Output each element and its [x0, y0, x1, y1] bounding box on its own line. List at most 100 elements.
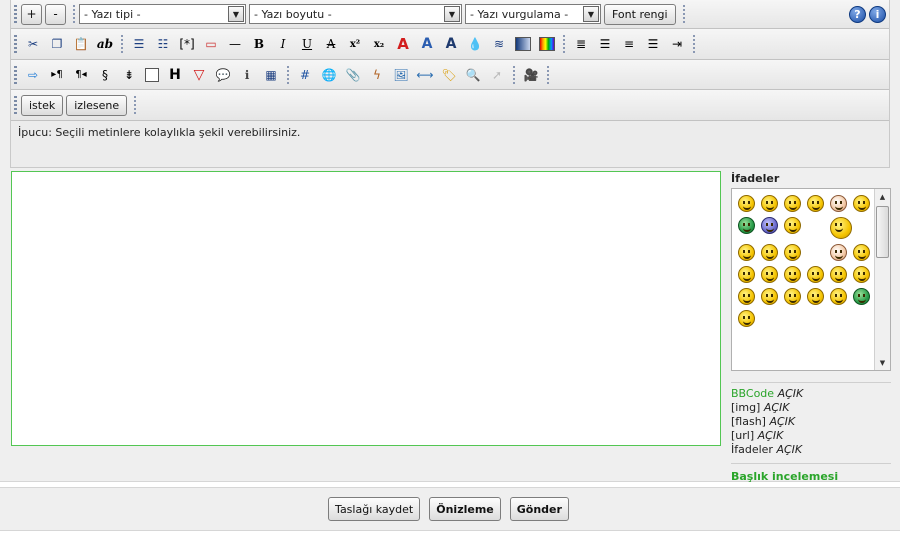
- image-icon[interactable]: 🖼: [391, 65, 411, 85]
- tag-icon[interactable]: 🏷: [439, 65, 459, 85]
- decrease-size-button[interactable]: -: [45, 3, 66, 25]
- frame-icon[interactable]: ▭: [201, 34, 221, 54]
- smiley-green-grin[interactable]: [853, 288, 870, 305]
- spellcheck-icon[interactable]: ab: [95, 34, 115, 54]
- smiley-eyes[interactable]: [830, 195, 847, 212]
- smilies-scrollbar[interactable]: ▲ ▼: [874, 189, 890, 370]
- horizontal-rule-icon[interactable]: —: [225, 34, 245, 54]
- custom-tag-istek-button[interactable]: istek: [21, 94, 64, 116]
- scroll-up-icon[interactable]: ▲: [875, 189, 890, 204]
- smiley-green[interactable]: [738, 217, 755, 234]
- toolbar-grip[interactable]: [14, 65, 17, 84]
- text-direction-icon[interactable]: ⇟: [119, 65, 139, 85]
- smiley-plain[interactable]: [807, 288, 824, 305]
- copy-icon[interactable]: ❐: [47, 34, 67, 54]
- smiley-exclaim[interactable]: [738, 288, 755, 305]
- strikethrough-icon[interactable]: A: [321, 34, 341, 54]
- paste-icon[interactable]: 📋: [71, 34, 91, 54]
- smiley-wink[interactable]: [738, 244, 755, 261]
- font-family-select[interactable]: - Yazı tipi - ▼: [79, 4, 246, 24]
- info-box-icon[interactable]: ℹ: [237, 65, 257, 85]
- special-chars-icon[interactable]: §: [95, 65, 115, 85]
- smiley-grin[interactable]: [738, 195, 755, 212]
- smiley-neutral[interactable]: [830, 288, 847, 305]
- wave-icon[interactable]: ≋: [489, 34, 509, 54]
- attachment-icon[interactable]: 📎: [343, 65, 363, 85]
- warning-icon[interactable]: ▽: [189, 65, 209, 85]
- smiley-question[interactable]: [761, 288, 778, 305]
- increase-size-button[interactable]: +: [21, 3, 42, 25]
- list-item-icon[interactable]: [*]: [177, 34, 197, 54]
- drop-shadow-icon[interactable]: 💧: [465, 34, 485, 54]
- blank-box-icon[interactable]: [145, 67, 159, 82]
- smiley-sad[interactable]: [738, 266, 755, 283]
- gradient-icon[interactable]: [515, 37, 531, 51]
- smiley-cheer[interactable]: [784, 244, 801, 261]
- scroll-thumb[interactable]: [876, 206, 889, 258]
- flash-icon[interactable]: ϟ: [367, 65, 387, 85]
- text-outline-icon[interactable]: A: [441, 34, 461, 54]
- message-textarea[interactable]: [11, 171, 721, 446]
- text-glow-icon[interactable]: A: [417, 34, 437, 54]
- italic-icon[interactable]: I: [273, 34, 293, 54]
- cursor-icon[interactable]: ➚: [487, 65, 507, 85]
- help-icon[interactable]: ?: [849, 5, 866, 23]
- table-icon[interactable]: ▦: [261, 65, 281, 85]
- smiley-blush[interactable]: [761, 244, 778, 261]
- font-color-button[interactable]: Font rengi: [604, 3, 676, 25]
- smiley-glasses[interactable]: [853, 195, 870, 212]
- save-draft-button[interactable]: Taslağı kaydet: [328, 497, 421, 521]
- align-right-icon[interactable]: ☰: [643, 34, 663, 54]
- subscript-icon[interactable]: x₂: [369, 34, 389, 54]
- smiley-sleepy[interactable]: [761, 266, 778, 283]
- web-link-icon[interactable]: 🌐: [319, 65, 339, 85]
- text-shadow-icon[interactable]: A: [393, 34, 413, 54]
- video-icon[interactable]: 🎥: [521, 65, 541, 85]
- smiley-dizzy[interactable]: [853, 244, 870, 261]
- font-size-select[interactable]: - Yazı boyutu - ▼: [249, 4, 462, 24]
- indent-icon[interactable]: ⇥: [667, 34, 687, 54]
- bold-icon[interactable]: B: [249, 34, 269, 54]
- smiley-idea[interactable]: [784, 288, 801, 305]
- color-swatch-icon[interactable]: [539, 37, 555, 51]
- ordered-list-icon[interactable]: ☷: [153, 34, 173, 54]
- heading-icon[interactable]: H: [165, 65, 185, 85]
- media-icon[interactable]: ⟷: [415, 65, 435, 85]
- smiley-angry[interactable]: [830, 266, 847, 283]
- align-left-icon[interactable]: ☰: [595, 34, 615, 54]
- highlight-select[interactable]: - Yazı vurgulama - ▼: [465, 4, 601, 24]
- paragraph-ltr-icon[interactable]: ▸¶: [47, 65, 67, 85]
- topic-review-link[interactable]: Başlık incelemesi: [731, 463, 891, 483]
- smiley-devil[interactable]: [807, 266, 824, 283]
- unordered-list-icon[interactable]: ☰: [129, 34, 149, 54]
- cut-icon[interactable]: ✂: [23, 34, 43, 54]
- smiley-glasses-2[interactable]: [738, 310, 755, 327]
- custom-tag-izlesene-button[interactable]: izlesene: [66, 94, 128, 116]
- superscript-icon[interactable]: x²: [345, 34, 365, 54]
- smiley-nerd[interactable]: [853, 266, 870, 283]
- smiley-blue[interactable]: [761, 217, 778, 234]
- toolbar-grip[interactable]: [14, 96, 17, 114]
- speech-icon[interactable]: 💬: [213, 65, 233, 85]
- smiley-pale[interactable]: [830, 244, 847, 261]
- marquee-icon[interactable]: ⇨: [23, 65, 43, 85]
- paragraph-rtl-icon[interactable]: ¶◂: [71, 65, 91, 85]
- smiley-cool[interactable]: [784, 217, 801, 234]
- smiley-smile[interactable]: [784, 195, 801, 212]
- smiley-happy[interactable]: [761, 195, 778, 212]
- hash-icon[interactable]: #: [295, 65, 315, 85]
- search-icon[interactable]: 🔍: [463, 65, 483, 85]
- scroll-down-icon[interactable]: ▼: [875, 355, 890, 370]
- info-icon[interactable]: i: [869, 5, 886, 23]
- toolbar-grip[interactable]: [14, 35, 17, 53]
- toolbar-grip[interactable]: [14, 5, 17, 23]
- underline-icon[interactable]: U: [297, 34, 317, 54]
- smiley-laugh[interactable]: [807, 195, 824, 212]
- align-center-icon[interactable]: ≡: [619, 34, 639, 54]
- toolbar-separator: [134, 96, 137, 114]
- align-justify-icon[interactable]: ≣: [571, 34, 591, 54]
- smiley-big[interactable]: [830, 217, 852, 239]
- submit-button[interactable]: Gönder: [509, 497, 569, 521]
- smiley-tongue[interactable]: [784, 266, 801, 283]
- preview-button[interactable]: Önizleme: [429, 497, 501, 521]
